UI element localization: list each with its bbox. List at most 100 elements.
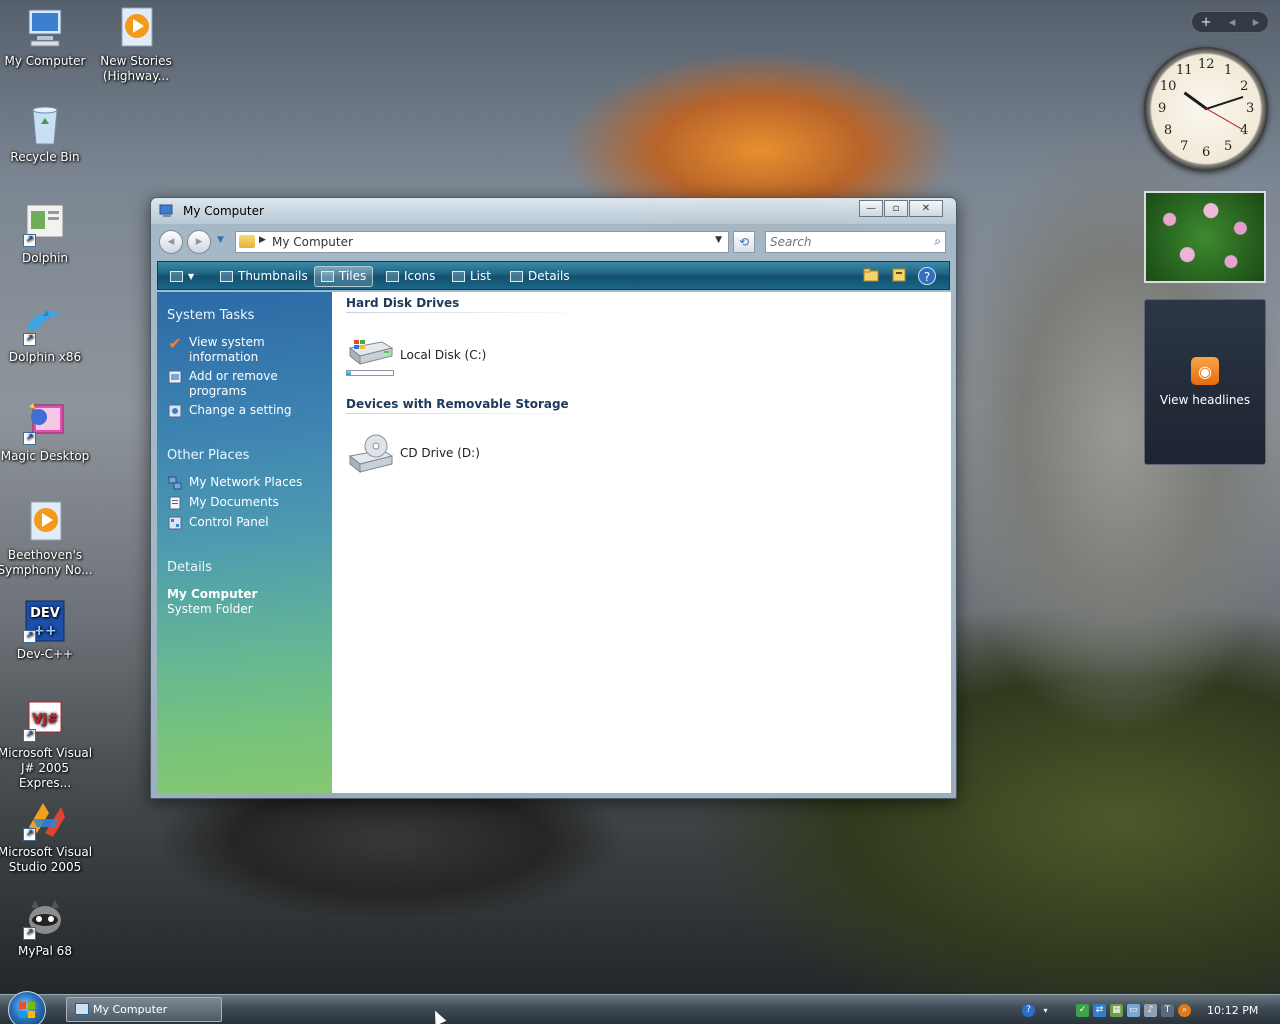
- visual-studio-icon: ↗: [23, 797, 67, 841]
- view-headlines-label[interactable]: View headlines: [1160, 393, 1250, 407]
- desktop-icon-dolphin[interactable]: ↗ Dolphin: [0, 203, 93, 266]
- breadcrumb-separator-icon[interactable]: ▶: [259, 235, 266, 245]
- desktop-icon-label: Dev-C++: [16, 647, 74, 661]
- clock-number: 9: [1158, 101, 1167, 116]
- volume-icon[interactable]: ♪: [1144, 1003, 1157, 1017]
- thumbnails-label: Thumbnails: [238, 269, 308, 283]
- clock-number: 1: [1224, 62, 1233, 78]
- drive-cd-drive-d[interactable]: CD Drive (D:): [346, 432, 566, 484]
- place-control-panel[interactable]: Control Panel: [167, 515, 327, 531]
- view-list-button[interactable]: List: [446, 266, 497, 287]
- place-my-documents[interactable]: My Documents: [167, 495, 327, 511]
- breadcrumb-my-computer[interactable]: My Computer: [272, 235, 353, 249]
- search-input[interactable]: [766, 232, 926, 252]
- desktop-icon-label: Recycle Bin: [10, 150, 80, 164]
- clock-gadget[interactable]: 12 1 2 3 4 5 6 7 8 9 10 11: [1144, 47, 1268, 171]
- control-panel-icon: [167, 515, 183, 531]
- new-folder-icon[interactable]: [862, 267, 880, 285]
- window-titlebar[interactable]: My Computer — ▫ ✕: [151, 198, 956, 224]
- desktop-icon-label: Microsoft Visual Studio 2005: [0, 845, 93, 874]
- place-my-network-places[interactable]: My Network Places: [167, 475, 327, 491]
- network-icon: [167, 475, 183, 491]
- group-divider: [346, 312, 596, 313]
- task-view-system-information[interactable]: ✔ View system information: [167, 333, 327, 365]
- slideshow-gadget[interactable]: [1144, 191, 1266, 283]
- minimize-button[interactable]: —: [859, 200, 883, 217]
- search-tray-icon[interactable]: ⌕: [1178, 1003, 1191, 1017]
- help-icon[interactable]: ?: [918, 267, 936, 285]
- help-icon[interactable]: ?: [1022, 1003, 1035, 1017]
- search-icon[interactable]: ⌕: [934, 234, 941, 249]
- task-change-setting[interactable]: Change a setting: [167, 403, 327, 419]
- desktop-icon-visual-studio[interactable]: ↗ Microsoft Visual Studio 2005: [0, 797, 93, 875]
- next-page-button[interactable]: ▸: [1253, 15, 1260, 30]
- desktop-icon-visual-jsharp[interactable]: VJ# ↗ Microsoft Visual J# 2005 Expres...: [0, 698, 93, 791]
- network-icon[interactable]: ⇄: [1093, 1003, 1106, 1017]
- clock-number: 4: [1240, 123, 1249, 138]
- control-panel-icon: [167, 403, 183, 419]
- clock-number: 10: [1159, 79, 1177, 94]
- display-icon[interactable]: ▭: [1127, 1003, 1140, 1017]
- shortcut-arrow-icon: ↗: [23, 729, 36, 742]
- desktop-icon-magic-desktop[interactable]: ↗ Magic Desktop: [0, 401, 93, 464]
- view-details-button[interactable]: Details: [504, 266, 576, 287]
- feed-headlines-gadget[interactable]: ◉ View headlines: [1144, 299, 1266, 465]
- icons-label: Icons: [404, 269, 436, 283]
- view-tiles-button[interactable]: Tiles: [314, 266, 374, 287]
- clock-number: 12: [1198, 57, 1215, 72]
- magic-desktop-icon: ↗: [23, 401, 67, 445]
- maximize-button[interactable]: ▫: [884, 200, 908, 217]
- desktop-icon-dolphin-x86[interactable]: ↗ Dolphin x86: [0, 302, 93, 365]
- drive-local-disk-c[interactable]: Local Disk (C:): [346, 334, 566, 386]
- details-item-type: System Folder: [167, 602, 253, 616]
- address-field[interactable]: ▶ My Computer ▼: [235, 231, 729, 253]
- add-gadget-button[interactable]: +: [1201, 15, 1212, 30]
- taskbar-button-my-computer[interactable]: My Computer: [66, 997, 222, 1022]
- desktop-icon-mypal[interactable]: ↗ MyPal 68: [0, 896, 93, 959]
- computer-icon: [23, 6, 67, 50]
- folder-options-icon[interactable]: [890, 267, 908, 285]
- icons-view-icon: [386, 271, 399, 282]
- show-hidden-icons-icon[interactable]: ▾: [1039, 1004, 1052, 1017]
- search-box[interactable]: ⌕: [765, 231, 946, 253]
- details-heading: Details: [167, 560, 213, 575]
- previous-page-button[interactable]: ◂: [1229, 15, 1236, 30]
- view-icons-button[interactable]: Icons: [380, 266, 441, 287]
- desktop: { "desktop_icons": [ {"label": "My Compu…: [0, 0, 1280, 1024]
- language-icon[interactable]: T: [1161, 1003, 1174, 1017]
- desktop-icon-new-stories[interactable]: New Stories (Highway...: [88, 6, 184, 84]
- recent-pages-dropdown-icon[interactable]: ▼: [217, 235, 224, 245]
- back-button[interactable]: ◂: [159, 230, 183, 254]
- security-icon[interactable]: ✓: [1076, 1003, 1089, 1017]
- clock-number: 3: [1246, 101, 1255, 116]
- chevron-down-icon: ▼: [188, 272, 195, 281]
- drive-name: Local Disk (C:): [400, 348, 487, 362]
- close-button[interactable]: ✕: [909, 200, 943, 217]
- desktop-icon-recycle-bin[interactable]: Recycle Bin: [0, 102, 93, 165]
- desktop-icon-dev-cpp[interactable]: DEV ++ ↗ Dev-C++: [0, 599, 93, 662]
- view-thumbnails-button[interactable]: Thumbnails: [214, 266, 314, 287]
- checkmark-icon: ✔: [168, 333, 182, 353]
- taskbar-clock[interactable]: 10:12 PM: [1207, 1004, 1258, 1017]
- desktop-icon-beethoven[interactable]: Beethoven's Symphony No...: [0, 500, 93, 578]
- system-tasks-heading: System Tasks: [167, 308, 255, 323]
- media-file-icon: [23, 500, 67, 544]
- shortcut-arrow-icon: ↗: [23, 630, 36, 643]
- address-history-dropdown-icon[interactable]: ▼: [715, 235, 722, 245]
- thumbnails-icon: [220, 271, 233, 282]
- group-heading-hard-disk-drives: Hard Disk Drives: [346, 296, 460, 310]
- refresh-button[interactable]: ⟲: [733, 231, 755, 253]
- desktop-icon-label: Dolphin x86: [8, 350, 82, 364]
- task-add-remove-programs[interactable]: Add or remove programs: [167, 369, 327, 399]
- shortcut-arrow-icon: ↗: [23, 927, 36, 940]
- dolphin-doc-icon: ↗: [23, 203, 67, 247]
- device-icon[interactable]: ▦: [1110, 1003, 1123, 1017]
- forward-button[interactable]: ▸: [187, 230, 211, 254]
- mypal-icon: ↗: [23, 896, 67, 940]
- command-toolbar: ▼ Thumbnails Tiles Icons List Details ?: [157, 261, 950, 290]
- desktop-icon-my-computer[interactable]: My Computer: [0, 6, 93, 69]
- group-heading-removable-storage: Devices with Removable Storage: [346, 397, 569, 411]
- organize-views-button[interactable]: ▼: [164, 266, 200, 287]
- start-button[interactable]: [8, 991, 46, 1024]
- desktop-icon-label: MyPal 68: [18, 944, 72, 958]
